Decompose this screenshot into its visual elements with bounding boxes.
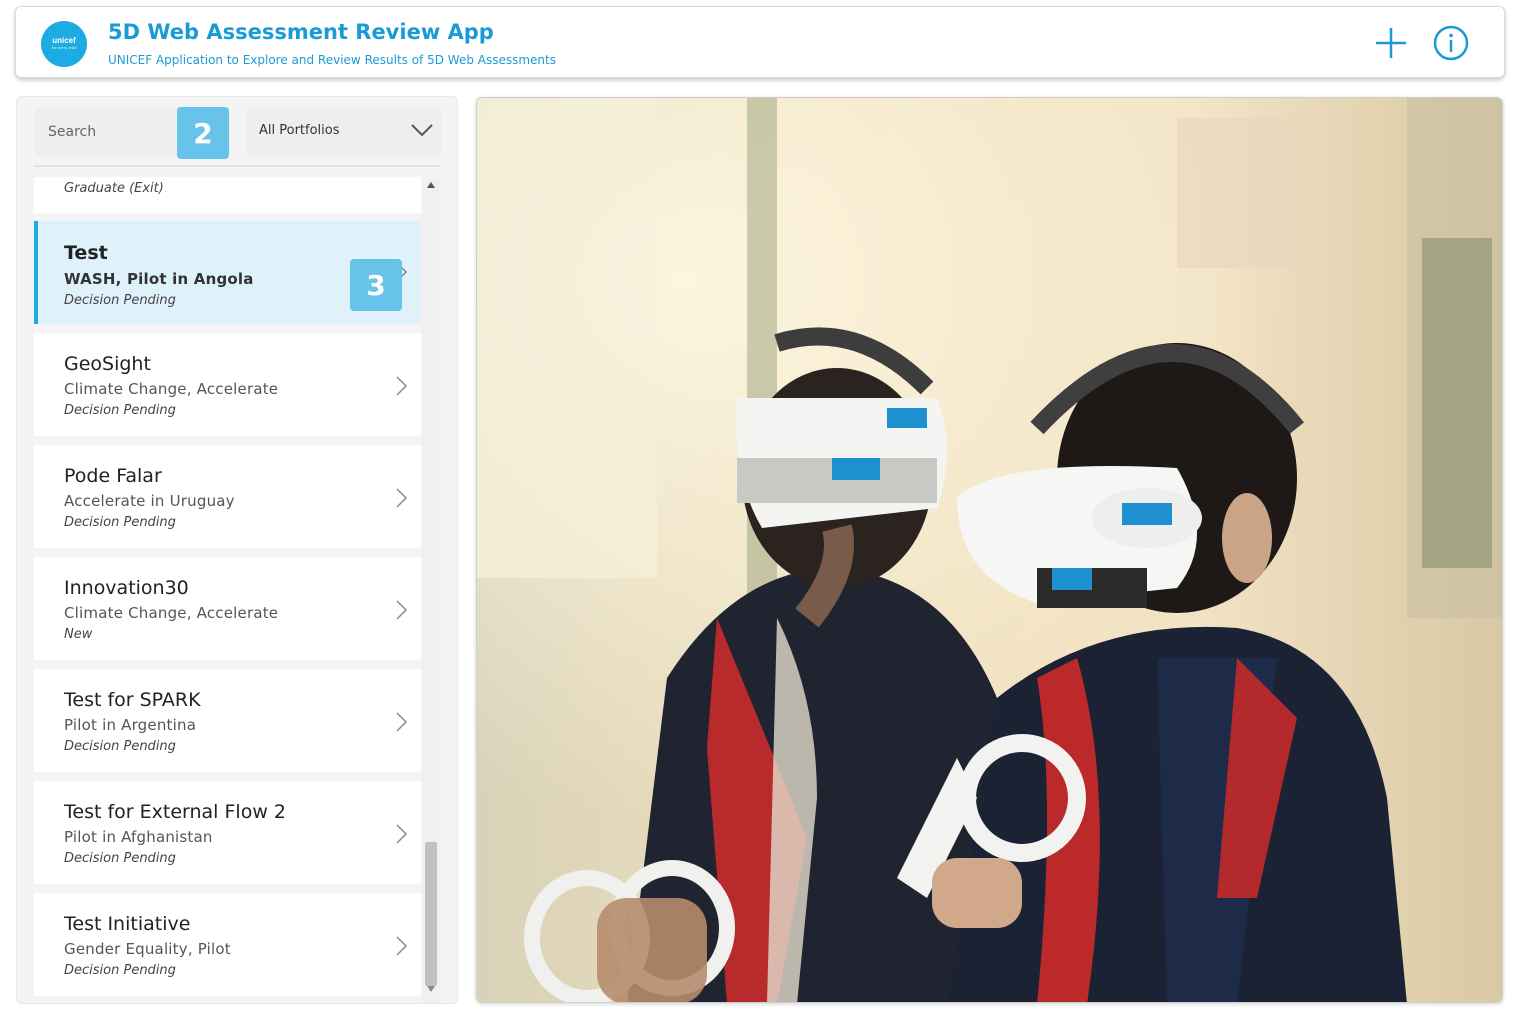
item-status: Decision Pending <box>64 963 176 978</box>
item-status: Decision Pending <box>64 739 176 754</box>
item-subtitle: Gender Equality, Pilot <box>64 940 231 958</box>
portfolio-filter-dropdown[interactable]: All Portfolios <box>246 108 441 156</box>
item-status: Decision Pending <box>64 293 176 308</box>
plus-icon <box>1376 28 1406 58</box>
scroll-down-arrow-icon[interactable] <box>426 985 436 993</box>
app-subtitle: UNICEF Application to Explore and Review… <box>108 53 556 67</box>
item-title: Test Initiative <box>64 913 191 935</box>
portfolio-filter-value: All Portfolios <box>259 123 340 138</box>
add-assessment-button[interactable] <box>1371 23 1411 63</box>
chevron-right-icon <box>396 936 408 956</box>
item-subtitle: Climate Change, Accelerate <box>64 604 279 622</box>
scroll-up-arrow-icon[interactable] <box>426 181 436 189</box>
list-item[interactable]: Graduate (Exit) <box>34 177 421 213</box>
info-icon <box>1433 25 1469 61</box>
item-subtitle: WASH, Pilot in Angola <box>64 270 254 288</box>
item-subtitle: Accelerate in Uruguay <box>64 492 235 510</box>
item-status: Decision Pending <box>64 851 176 866</box>
item-title: Test <box>64 242 108 264</box>
chevron-right-icon <box>396 600 408 620</box>
app-title: 5D Web Assessment Review App <box>108 20 494 44</box>
list-item-selected[interactable]: Test WASH, Pilot in Angola Decision Pend… <box>34 221 421 324</box>
item-title: GeoSight <box>64 353 151 375</box>
chevron-right-icon <box>396 824 408 844</box>
unicef-logo: unicef for every child <box>41 21 87 67</box>
item-title: Test for SPARK <box>64 689 201 711</box>
list-item[interactable]: GeoSight Climate Change, Accelerate Deci… <box>34 333 421 436</box>
item-status: Graduate (Exit) <box>64 181 164 196</box>
list-item[interactable]: Test for External Flow 2 Pilot in Afghan… <box>34 781 421 884</box>
item-title: Test for External Flow 2 <box>64 801 286 823</box>
step-badge-search: 2 <box>177 107 229 159</box>
item-subtitle: Pilot in Argentina <box>64 716 197 734</box>
list-scrollbar[interactable] <box>422 177 440 1003</box>
chevron-right-icon <box>396 488 408 508</box>
chevron-right-icon <box>396 712 408 732</box>
hero-image <box>476 97 1503 1003</box>
vr-children-photo <box>477 98 1502 1002</box>
chevron-down-icon <box>411 124 433 137</box>
item-status: New <box>64 627 93 642</box>
item-subtitle: Climate Change, Accelerate <box>64 380 279 398</box>
list-item[interactable]: Test Initiative Gender Equality, Pilot D… <box>34 893 421 996</box>
chevron-right-icon <box>396 376 408 396</box>
list-item[interactable]: Innovation30 Climate Change, Accelerate … <box>34 557 421 660</box>
step-badge-item: 3 <box>350 259 402 311</box>
list-item[interactable]: Pode Falar Accelerate in Uruguay Decisio… <box>34 445 421 548</box>
list-item[interactable]: Test for SPARK Pilot in Argentina Decisi… <box>34 669 421 772</box>
divider <box>34 165 441 167</box>
item-title: Pode Falar <box>64 465 162 487</box>
info-button[interactable] <box>1431 23 1471 63</box>
app-header: unicef for every child 5D Web Assessment… <box>15 6 1505 78</box>
scrollbar-thumb[interactable] <box>425 842 437 986</box>
item-subtitle: Pilot in Afghanistan <box>64 828 213 846</box>
item-title: Innovation30 <box>64 577 189 599</box>
logo-tagline: for every child <box>51 45 77 50</box>
initiatives-panel: 2 All Portfolios Graduate (Exit) Test WA… <box>16 96 458 1004</box>
initiatives-list: Graduate (Exit) Test WASH, Pilot in Ango… <box>34 177 421 1003</box>
item-status: Decision Pending <box>64 403 176 418</box>
item-status: Decision Pending <box>64 515 176 530</box>
logo-text: unicef <box>52 36 76 45</box>
